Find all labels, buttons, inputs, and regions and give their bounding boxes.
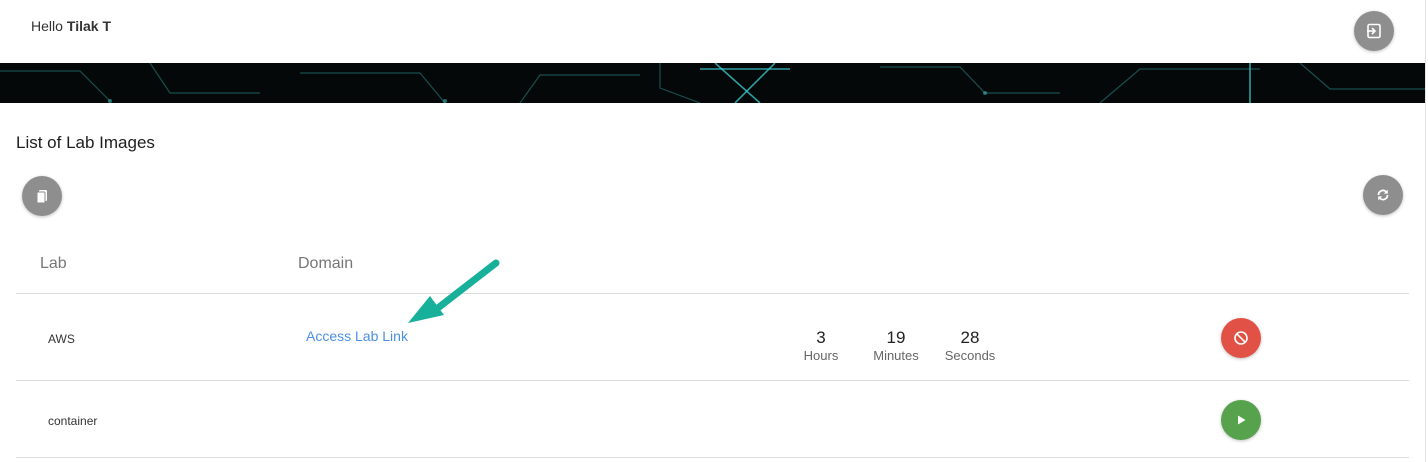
page: Hello Tilak T List of Lab Images Lab Dom… bbox=[0, 0, 1428, 462]
greeting-text: Hello bbox=[31, 18, 63, 34]
circuit-pattern-image bbox=[0, 63, 1425, 103]
lab-name-container: container bbox=[48, 414, 98, 428]
access-lab-link[interactable]: Access Lab Link bbox=[306, 328, 408, 344]
timer-seconds-value: 28 bbox=[960, 328, 980, 347]
table-divider bbox=[16, 293, 1409, 294]
top-header: Hello Tilak T bbox=[0, 0, 1425, 63]
user-name: Tilak T bbox=[66, 18, 111, 34]
copy-button[interactable] bbox=[22, 176, 62, 216]
timer-minutes-label: Minutes bbox=[873, 348, 919, 363]
logout-icon bbox=[1367, 23, 1381, 39]
timer-minutes-value: 19 bbox=[886, 328, 906, 347]
table-row-divider bbox=[16, 380, 1409, 381]
copy-icon bbox=[36, 190, 47, 204]
timer-minutes: 19 Minutes bbox=[866, 328, 926, 364]
scrollbar-edge bbox=[1425, 0, 1426, 462]
stop-lab-button[interactable] bbox=[1221, 318, 1261, 358]
greeting: Hello Tilak T bbox=[31, 18, 111, 34]
header-banner bbox=[0, 63, 1425, 103]
lab-name-aws: AWS bbox=[48, 332, 75, 346]
timer-hours: 3 Hours bbox=[796, 328, 846, 364]
page-title: List of Lab Images bbox=[16, 133, 155, 152]
timer-seconds-label: Seconds bbox=[944, 348, 996, 363]
play-icon bbox=[1238, 415, 1246, 425]
refresh-button[interactable] bbox=[1363, 175, 1403, 215]
start-lab-button[interactable] bbox=[1221, 400, 1261, 440]
annotation-arrow-icon bbox=[408, 259, 500, 323]
timer-hours-label: Hours bbox=[803, 348, 839, 363]
table-row-divider bbox=[16, 457, 1409, 458]
stop-icon bbox=[1234, 331, 1248, 345]
timer-hours-value: 3 bbox=[816, 328, 826, 347]
column-header-lab: Lab bbox=[40, 255, 67, 272]
timer-seconds: 28 Seconds bbox=[940, 328, 1000, 364]
refresh-icon bbox=[1377, 189, 1389, 201]
logout-button[interactable] bbox=[1354, 11, 1394, 51]
column-header-domain: Domain bbox=[298, 255, 354, 272]
